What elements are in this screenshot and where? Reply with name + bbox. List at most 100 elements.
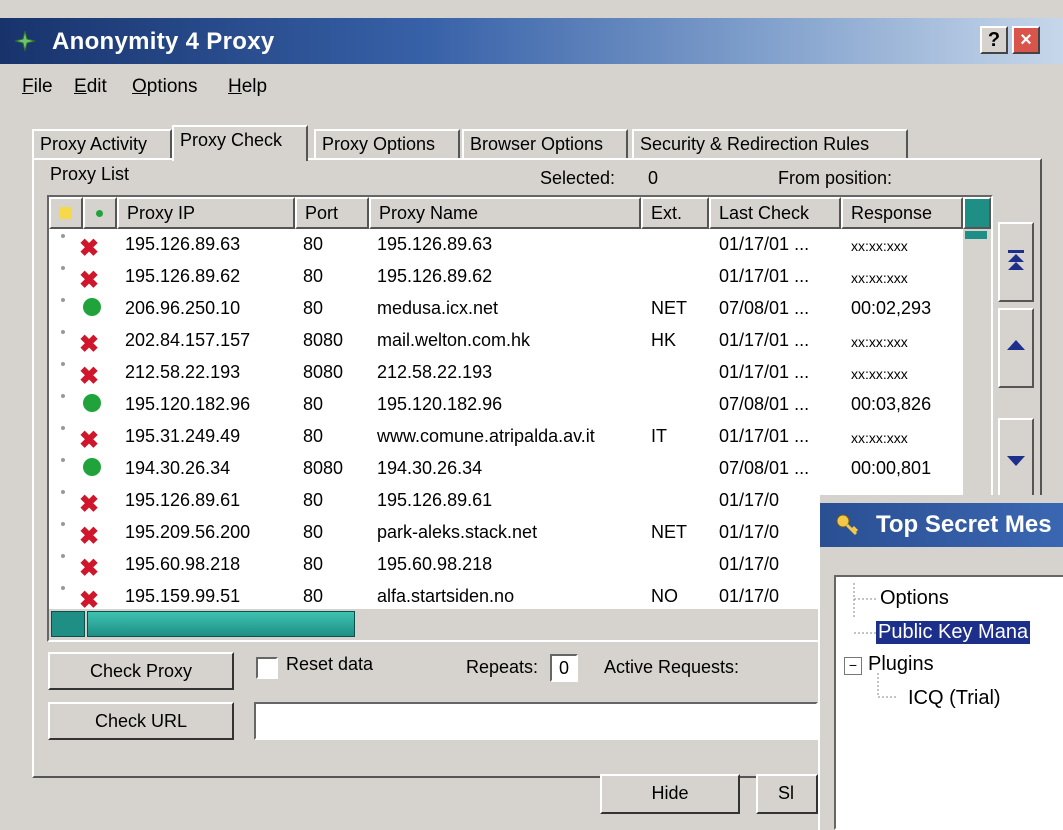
secret-title-bar[interactable]: Top Secret Mes: [820, 503, 1063, 547]
cell-ext: NO: [651, 586, 678, 606]
column-chooser-button[interactable]: [963, 197, 991, 229]
cell-port: 80: [303, 234, 324, 254]
cell-port: 80: [303, 522, 324, 542]
move-up-button[interactable]: [998, 308, 1034, 388]
column-header-last-check[interactable]: Last Check: [709, 197, 841, 229]
reset-data-label: Reset data: [286, 654, 374, 674]
cell-port: 80: [303, 586, 324, 606]
repeats-field[interactable]: 0: [550, 654, 578, 682]
tab-browser-options[interactable]: Browser Options: [462, 129, 628, 159]
table-row[interactable]: ✖ 195.31.249.49 80 www.comune.atripalda.av.…: [49, 421, 963, 454]
cell-proxy-ip: 195.60.98.218: [125, 554, 241, 574]
close-button[interactable]: ×: [1012, 26, 1040, 54]
table-row[interactable]: 195.120.182.96 80 195.120.182.96 07/08/01 .…: [49, 389, 963, 421]
cell-proxy-name: medusa.icx.net: [377, 298, 499, 318]
cell-proxy-ip: 195.31.249.49: [125, 426, 241, 446]
table-row[interactable]: ✖ 212.58.22.193 8080 212.58.22.193 01/17/01 …: [49, 357, 963, 390]
cell-proxy-ip: 195.120.182.96: [125, 394, 251, 414]
cell-last-check: 01/17/01 ...: [719, 330, 810, 350]
row-selector-dot[interactable]: [61, 234, 65, 238]
tree-item-options[interactable]: Options: [880, 587, 949, 610]
partially-hidden-button[interactable]: Sl: [756, 774, 818, 814]
cell-last-check: 01/17/01 ...: [719, 426, 810, 446]
menu-options[interactable]: Options: [132, 76, 197, 98]
row-selector-dot[interactable]: [61, 554, 65, 558]
tree-item-plugins[interactable]: Plugins: [868, 653, 934, 676]
cell-proxy-name: 195.126.89.63: [377, 234, 493, 254]
tab-proxy-activity[interactable]: Proxy Activity: [32, 129, 172, 159]
tab-security-redirection-rules[interactable]: Security & Redirection Rules: [632, 129, 908, 159]
cell-port: 80: [303, 394, 324, 414]
app-icon: [14, 30, 36, 52]
cell-proxy-name: www.comune.atripalda.av.it: [377, 426, 595, 446]
title-bar[interactable]: Anonymity 4 Proxy ? ×: [0, 18, 1063, 64]
column-header-proxy-name[interactable]: Proxy Name: [369, 197, 641, 229]
row-selector-dot[interactable]: [61, 266, 65, 270]
options-tree[interactable]: Options Public Key Mana − Plugins ICQ (T…: [834, 575, 1063, 830]
table-row[interactable]: ✖ 202.84.157.157 8080 mail.welton.com.hk HK 0…: [49, 325, 963, 358]
row-selector-dot[interactable]: [61, 586, 65, 590]
table-row[interactable]: 194.30.26.34 8080 194.30.26.34 07/08/01 ...…: [49, 453, 963, 485]
scroll-thumb[interactable]: [87, 611, 355, 637]
cell-port: 80: [303, 298, 324, 318]
row-selector-dot[interactable]: [61, 394, 65, 398]
cell-response: 00:02,293: [851, 298, 932, 318]
cell-proxy-name: alfa.startsiden.no: [377, 586, 515, 606]
cell-proxy-name: 195.60.98.218: [377, 554, 493, 574]
menu-file[interactable]: File: [22, 76, 53, 98]
check-proxy-button[interactable]: Check Proxy: [48, 652, 234, 690]
cell-port: 80: [303, 490, 324, 510]
row-selector-dot[interactable]: [61, 458, 65, 462]
cell-response: xx:xx:xxx: [851, 430, 908, 446]
scroll-left-button[interactable]: [51, 611, 85, 637]
from-position-label: From position:: [778, 168, 893, 188]
key-icon: [836, 514, 859, 536]
tab-proxy-check[interactable]: Proxy Check: [172, 125, 308, 161]
column-header-selection[interactable]: [49, 197, 83, 229]
reset-data-checkbox[interactable]: [256, 657, 278, 679]
row-selector-dot[interactable]: [61, 522, 65, 526]
table-row[interactable]: ✖ 195.126.89.63 80 195.126.89.63 01/17/01 ..…: [49, 229, 963, 262]
column-header-ext[interactable]: Ext.: [641, 197, 709, 229]
check-url-button[interactable]: Check URL: [48, 702, 234, 740]
proxy-list-label: Proxy List: [50, 164, 130, 184]
table-row[interactable]: 206.96.250.10 80 medusa.icx.net NET 07/08/01…: [49, 293, 963, 325]
table-row[interactable]: ✖ 195.126.89.62 80 195.126.89.62 01/17/01 ..…: [49, 261, 963, 294]
failed-status-icon: ✖: [79, 523, 100, 550]
menu-help[interactable]: Help: [228, 76, 267, 98]
tree-item-icq-trial[interactable]: ICQ (Trial): [908, 687, 1001, 710]
cell-proxy-name: 194.30.26.34: [377, 458, 483, 478]
cell-last-check: 07/08/01 ...: [719, 298, 810, 318]
down-arrow-icon: [1007, 456, 1025, 466]
move-down-button[interactable]: [998, 418, 1034, 498]
row-selector-dot[interactable]: [61, 426, 65, 430]
column-header-proxy-ip[interactable]: Proxy IP: [117, 197, 295, 229]
ok-status-icon: [83, 458, 101, 476]
column-header-status[interactable]: [83, 197, 117, 229]
repeats-label: Repeats:: [466, 657, 539, 677]
green-dot-icon: [96, 210, 103, 217]
cell-proxy-ip: 202.84.157.157: [125, 330, 251, 350]
column-header-port[interactable]: Port: [295, 197, 369, 229]
move-to-top-button[interactable]: [998, 222, 1034, 302]
cell-last-check: 01/17/01 ...: [719, 266, 810, 286]
tree-expander-icon[interactable]: −: [844, 657, 862, 675]
failed-status-icon: ✖: [79, 427, 100, 454]
selected-label: Selected:: [540, 168, 616, 188]
cell-last-check: 01/17/0: [719, 554, 780, 574]
menu-edit[interactable]: Edit: [74, 76, 107, 98]
help-button[interactable]: ?: [980, 26, 1008, 54]
scroll-up-thumb[interactable]: [965, 231, 987, 239]
url-field[interactable]: [254, 702, 818, 740]
tree-item-public-key-management[interactable]: Public Key Mana: [876, 621, 1031, 644]
hide-button[interactable]: Hide: [600, 774, 740, 814]
tab-proxy-options[interactable]: Proxy Options: [314, 129, 460, 159]
row-selector-dot[interactable]: [61, 362, 65, 366]
cell-proxy-ip: 195.126.89.63: [125, 234, 241, 254]
row-selector-dot[interactable]: [61, 298, 65, 302]
cell-ext: NET: [651, 522, 687, 542]
cell-proxy-name: 195.120.182.96: [377, 394, 503, 414]
column-header-response[interactable]: Response: [841, 197, 963, 229]
row-selector-dot[interactable]: [61, 330, 65, 334]
row-selector-dot[interactable]: [61, 490, 65, 494]
